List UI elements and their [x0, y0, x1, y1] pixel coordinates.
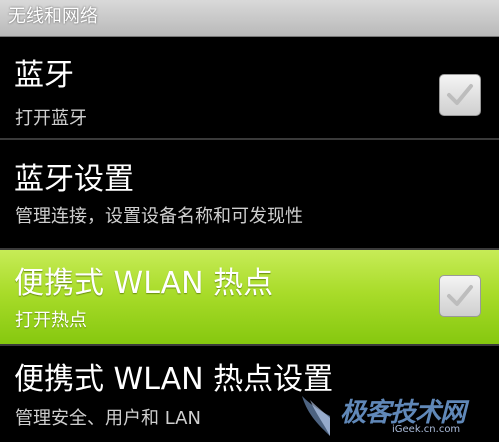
portable-hotspot-title: 便携式 WLAN 热点 [14, 266, 274, 301]
bluetooth-settings-row[interactable]: 蓝牙设置 管理连接，设置设备名称和可发现性 [0, 140, 499, 248]
bluetooth-settings-title: 蓝牙设置 [14, 162, 134, 197]
checkmark-icon [447, 285, 473, 306]
watermark-url: iGeek.cn.com [392, 424, 461, 435]
bluetooth-title: 蓝牙 [14, 58, 74, 93]
bluetooth-settings-summary: 管理连接，设置设备名称和可发现性 [15, 206, 303, 227]
section-header-label: 无线和网络 [8, 6, 98, 27]
bluetooth-checkbox[interactable] [439, 74, 481, 116]
section-header: 无线和网络 [0, 0, 499, 37]
bluetooth-row[interactable]: 蓝牙 打开蓝牙 [0, 38, 499, 138]
portable-hotspot-row[interactable]: 便携式 WLAN 热点 打开热点 [0, 250, 499, 344]
checkmark-icon [447, 84, 473, 105]
bluetooth-summary: 打开蓝牙 [15, 108, 87, 129]
portable-hotspot-summary: 打开热点 [15, 310, 87, 331]
wireless-networks-settings-screen: 无线和网络 蓝牙 打开蓝牙 蓝牙设置 管理连接，设置设备名称和可发现性 便携式 … [0, 0, 499, 442]
portable-hotspot-settings-summary: 管理安全、用户和 LAN [15, 408, 201, 429]
site-watermark: 极客技术网 iGeek.cn.com [300, 386, 499, 442]
portable-hotspot-settings-title: 便携式 WLAN 热点设置 [14, 362, 334, 397]
portable-hotspot-checkbox[interactable] [439, 275, 481, 317]
